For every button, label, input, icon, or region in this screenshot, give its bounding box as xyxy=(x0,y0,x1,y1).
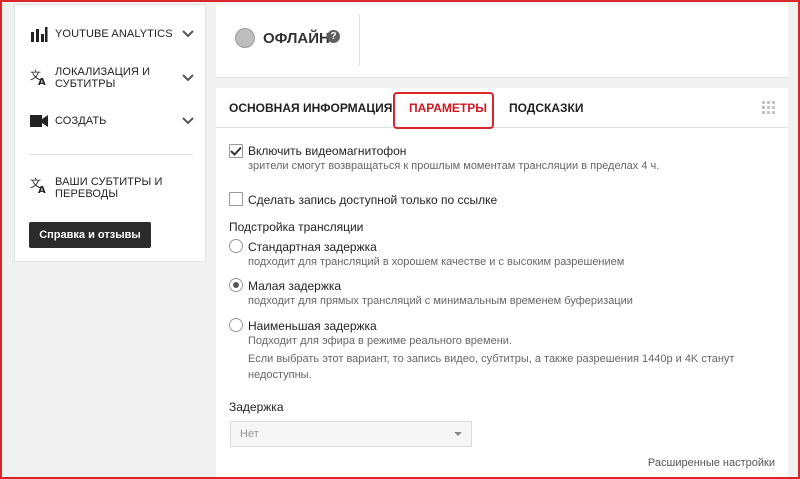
settings-panel: ОСНОВНАЯ ИНФОРМАЦИЯ ПАРАМЕТРЫ ПОДСКАЗКИ … xyxy=(216,88,788,479)
sidebar-item-create[interactable]: СОЗДАТЬ xyxy=(15,110,207,132)
latency-low-radio[interactable] xyxy=(229,278,243,292)
sidebar-item-your-subtitles[interactable]: 文A ВАШИ СУБТИТРЫ И ПЕРЕВОДЫ xyxy=(15,173,207,201)
status-text: ОФЛАЙН xyxy=(263,30,330,47)
sidebar-item-label: ВАШИ СУБТИТРЫ И xyxy=(55,176,163,188)
help-feedback-button[interactable]: Справка и отзывы xyxy=(29,222,151,248)
dvr-label: Включить видеомагнитофон xyxy=(248,144,407,158)
active-tab-highlight xyxy=(393,92,494,129)
sidebar-item-label: ЛОКАЛИЗАЦИЯ И xyxy=(55,66,151,78)
chevron-down-icon[interactable] xyxy=(181,114,195,128)
advanced-settings-link[interactable]: Расширенные настройки xyxy=(648,457,775,469)
svg-text:A: A xyxy=(38,77,46,86)
latency-standard-radio[interactable] xyxy=(229,239,243,253)
delay-select[interactable]: Нет xyxy=(230,421,472,447)
tab-cards[interactable]: ПОДСКАЗКИ xyxy=(509,88,583,128)
sidebar-item-analytics[interactable]: YOUTUBE ANALYTICS xyxy=(15,23,207,45)
sidebar-item-label-line2: СУБТИТРЫ xyxy=(55,78,116,90)
latency-ultralow-radio[interactable] xyxy=(229,318,243,332)
sidebar-item-label: YOUTUBE ANALYTICS xyxy=(55,28,173,40)
help-icon[interactable]: ? xyxy=(327,30,340,43)
translate-icon: 文A xyxy=(29,175,49,195)
tab-basic-info[interactable]: ОСНОВНАЯ ИНФОРМАЦИЯ xyxy=(229,88,392,128)
latency-section-title: Подстройка трансляции xyxy=(229,220,364,234)
delay-select-value: Нет xyxy=(240,428,259,440)
dvr-checkbox[interactable] xyxy=(229,144,243,158)
translate-icon: 文A xyxy=(29,67,49,87)
stream-status-card: ОФЛАЙН ? xyxy=(216,4,788,78)
tab-bar: ОСНОВНАЯ ИНФОРМАЦИЯ ПАРАМЕТРЫ ПОДСКАЗКИ xyxy=(216,88,788,129)
status-divider xyxy=(359,14,360,66)
latency-ultralow-hint: Подходит для эфира в режиме реального вр… xyxy=(248,335,512,347)
status-indicator xyxy=(235,28,255,48)
video-camera-icon xyxy=(29,111,49,131)
chevron-down-icon[interactable] xyxy=(181,27,195,41)
drag-handle-icon[interactable] xyxy=(762,101,776,115)
latency-ultralow-note: Если выбрать этот вариант, то запись вид… xyxy=(248,353,735,365)
latency-standard-hint: подходит для трансляций в хорошем качест… xyxy=(248,256,625,268)
latency-low-hint: подходит для прямых трансляций с минимал… xyxy=(248,295,633,307)
dvr-hint: зрители смогут возвращаться к прошлым мо… xyxy=(248,160,660,172)
bar-chart-icon xyxy=(29,24,49,44)
sidebar: YOUTUBE ANALYTICS 文A ЛОКАЛИЗАЦИЯ И СУБТИ… xyxy=(14,4,206,262)
delay-section-title: Задержка xyxy=(229,400,284,414)
caret-down-icon xyxy=(454,432,462,436)
sidebar-item-localization[interactable]: 文A ЛОКАЛИЗАЦИЯ И СУБТИТРЫ xyxy=(15,63,207,91)
sidebar-item-label: СОЗДАТЬ xyxy=(55,115,107,127)
sidebar-divider xyxy=(29,154,193,155)
checkmark-icon xyxy=(230,146,242,156)
latency-ultralow-label: Наименьшая задержка xyxy=(248,319,377,333)
latency-ultralow-note-line2: недоступны. xyxy=(248,369,312,381)
latency-standard-label: Стандартная задержка xyxy=(248,240,377,254)
unlisted-label: Сделать запись доступной только по ссылк… xyxy=(248,193,498,207)
unlisted-checkbox[interactable] xyxy=(229,192,243,206)
chevron-down-icon[interactable] xyxy=(181,71,195,85)
sidebar-item-label-line2: ПЕРЕВОДЫ xyxy=(55,188,119,200)
latency-low-label: Малая задержка xyxy=(248,279,342,293)
svg-text:A: A xyxy=(38,185,46,194)
